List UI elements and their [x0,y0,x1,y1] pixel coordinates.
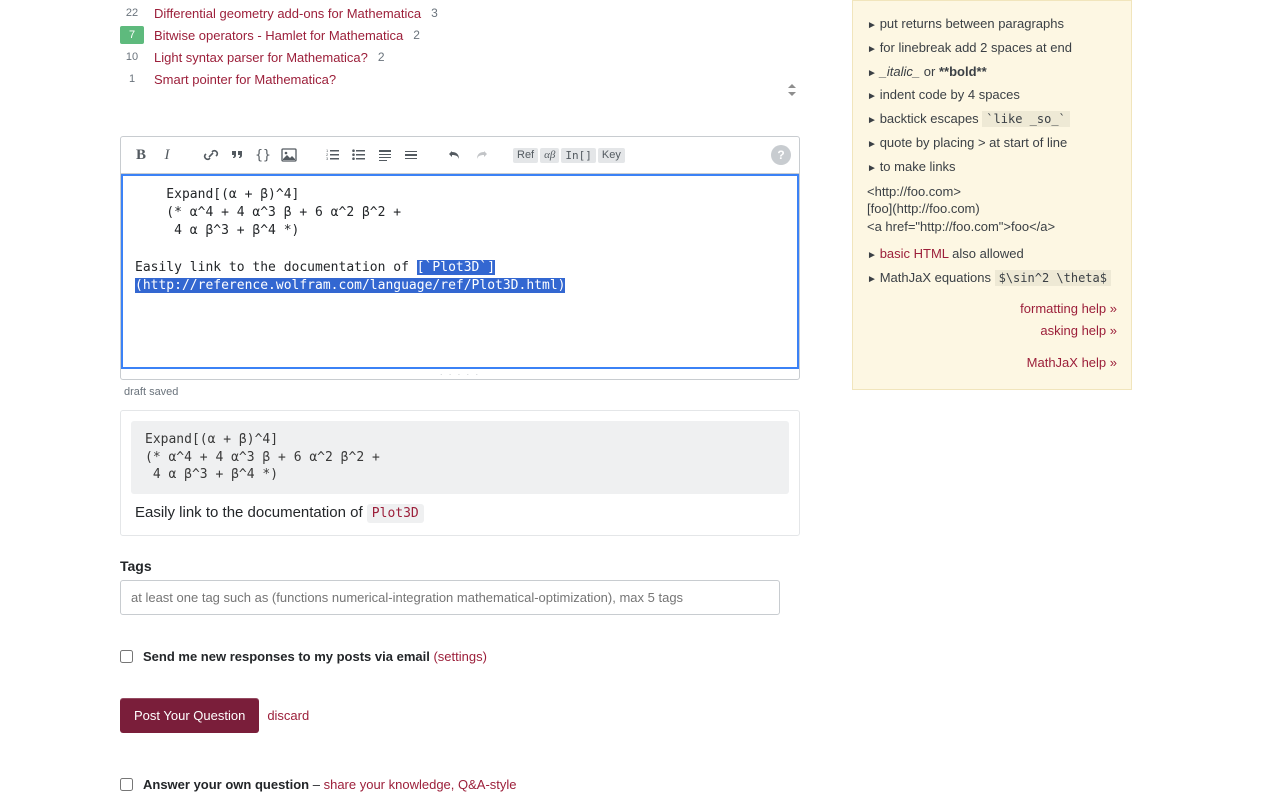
tags-input[interactable] [120,580,780,615]
email-notify-label: Send me new responses to my posts via em… [143,649,430,664]
basic-html-link[interactable]: basic HTML [880,246,949,261]
related-item[interactable]: 10 Light syntax parser for Mathematica? … [120,48,800,66]
bold-button[interactable]: B [129,143,153,167]
help-tip: for linebreak add 2 spaces at end [867,38,1117,59]
draft-status: draft saved [120,380,800,404]
answer-count: 2 [378,50,385,64]
vote-count: 1 [120,70,144,88]
self-answer-checkbox[interactable] [120,778,133,791]
self-answer-label: Answer your own question [143,777,309,792]
vote-count: 22 [120,4,144,22]
help-links-sample: <http://foo.com> [foo](http://foo.com) <… [867,181,1117,242]
greek-button[interactable]: αβ [540,148,559,163]
help-tip: quote by placing > at start of line [867,133,1117,154]
editor-textarea[interactable]: Expand[(α + β)^4] (* α^4 + 4 α^3 β + 6 α… [121,174,799,369]
answer-count: 2 [413,28,420,42]
email-notify-checkbox[interactable] [120,650,133,663]
vote-count: 7 [120,26,144,44]
vote-count: 10 [120,48,144,66]
link-button[interactable] [199,143,223,167]
scrollbar-stub[interactable] [788,86,798,96]
redo-button[interactable] [469,143,493,167]
editor-toolbar: B I {} 123 [121,137,799,174]
help-tip: indent code by 4 spaces [867,85,1117,106]
italic-button[interactable]: I [155,143,179,167]
key-button[interactable]: Key [598,148,625,163]
preview-text: Easily link to the documentation of Plot… [121,504,799,521]
ref-button[interactable]: Ref [513,148,538,163]
related-link[interactable]: Smart pointer for Mathematica? [154,72,336,87]
preview-codeblock: Expand[(α + β)^4] (* α^4 + 4 α^3 β + 6 α… [131,421,789,494]
svg-text:3: 3 [326,156,329,161]
help-tip: backtick escapes `like _so_` [867,109,1117,130]
ulist-button[interactable] [347,143,371,167]
olist-button[interactable]: 123 [321,143,345,167]
notify-settings-link[interactable]: (settings) [433,649,486,664]
preview-inline-code[interactable]: Plot3D [367,504,424,523]
related-item[interactable]: 22 Differential geometry add-ons for Mat… [120,4,800,22]
discard-link[interactable]: discard [267,708,309,723]
image-button[interactable] [277,143,301,167]
preview-panel: Expand[(α + β)^4] (* α^4 + 4 α^3 β + 6 α… [120,410,800,536]
asking-help-link[interactable]: asking help » [867,321,1117,342]
undo-button[interactable] [443,143,467,167]
answer-count: 3 [431,6,438,20]
help-tip: basic HTML also allowed [867,244,1117,265]
quote-button[interactable] [225,143,249,167]
hr-button[interactable] [399,143,423,167]
selection: [`Plot3D`] [417,260,495,275]
related-link[interactable]: Bitwise operators - Hamlet for Mathemati… [154,28,403,43]
mathjax-help-link[interactable]: MathJaX help » [867,353,1117,374]
help-tip: MathJaX equations $\sin^2 \theta$ [867,268,1117,289]
editor: B I {} 123 [120,136,800,380]
resize-grip[interactable]: · · · · · [121,369,799,379]
help-tip: put returns between paragraphs [867,14,1117,35]
heading-button[interactable] [373,143,397,167]
related-link[interactable]: Light syntax parser for Mathematica? [154,50,368,65]
self-answer-link[interactable]: share your knowledge, Q&A-style [324,777,517,792]
help-tip: to make links [867,157,1117,178]
tags-label: Tags [120,558,800,574]
code-button[interactable]: {} [251,143,275,167]
help-tip: _italic_ or **bold** [867,62,1117,83]
selection: (http://reference.wolfram.com/language/r… [135,278,565,293]
related-link[interactable]: Differential geometry add-ons for Mathem… [154,6,421,21]
formatting-help-panel: put returns between paragraphs for lineb… [852,0,1132,390]
related-questions: 22 Differential geometry add-ons for Mat… [120,4,800,100]
inout-button[interactable]: In[] [561,148,596,163]
related-item[interactable]: 7 Bitwise operators - Hamlet for Mathema… [120,26,800,44]
related-item[interactable]: 1 Smart pointer for Mathematica? [120,70,800,88]
editor-help-icon[interactable]: ? [771,145,791,165]
formatting-help-link[interactable]: formatting help » [867,299,1117,320]
post-question-button[interactable]: Post Your Question [120,698,259,733]
